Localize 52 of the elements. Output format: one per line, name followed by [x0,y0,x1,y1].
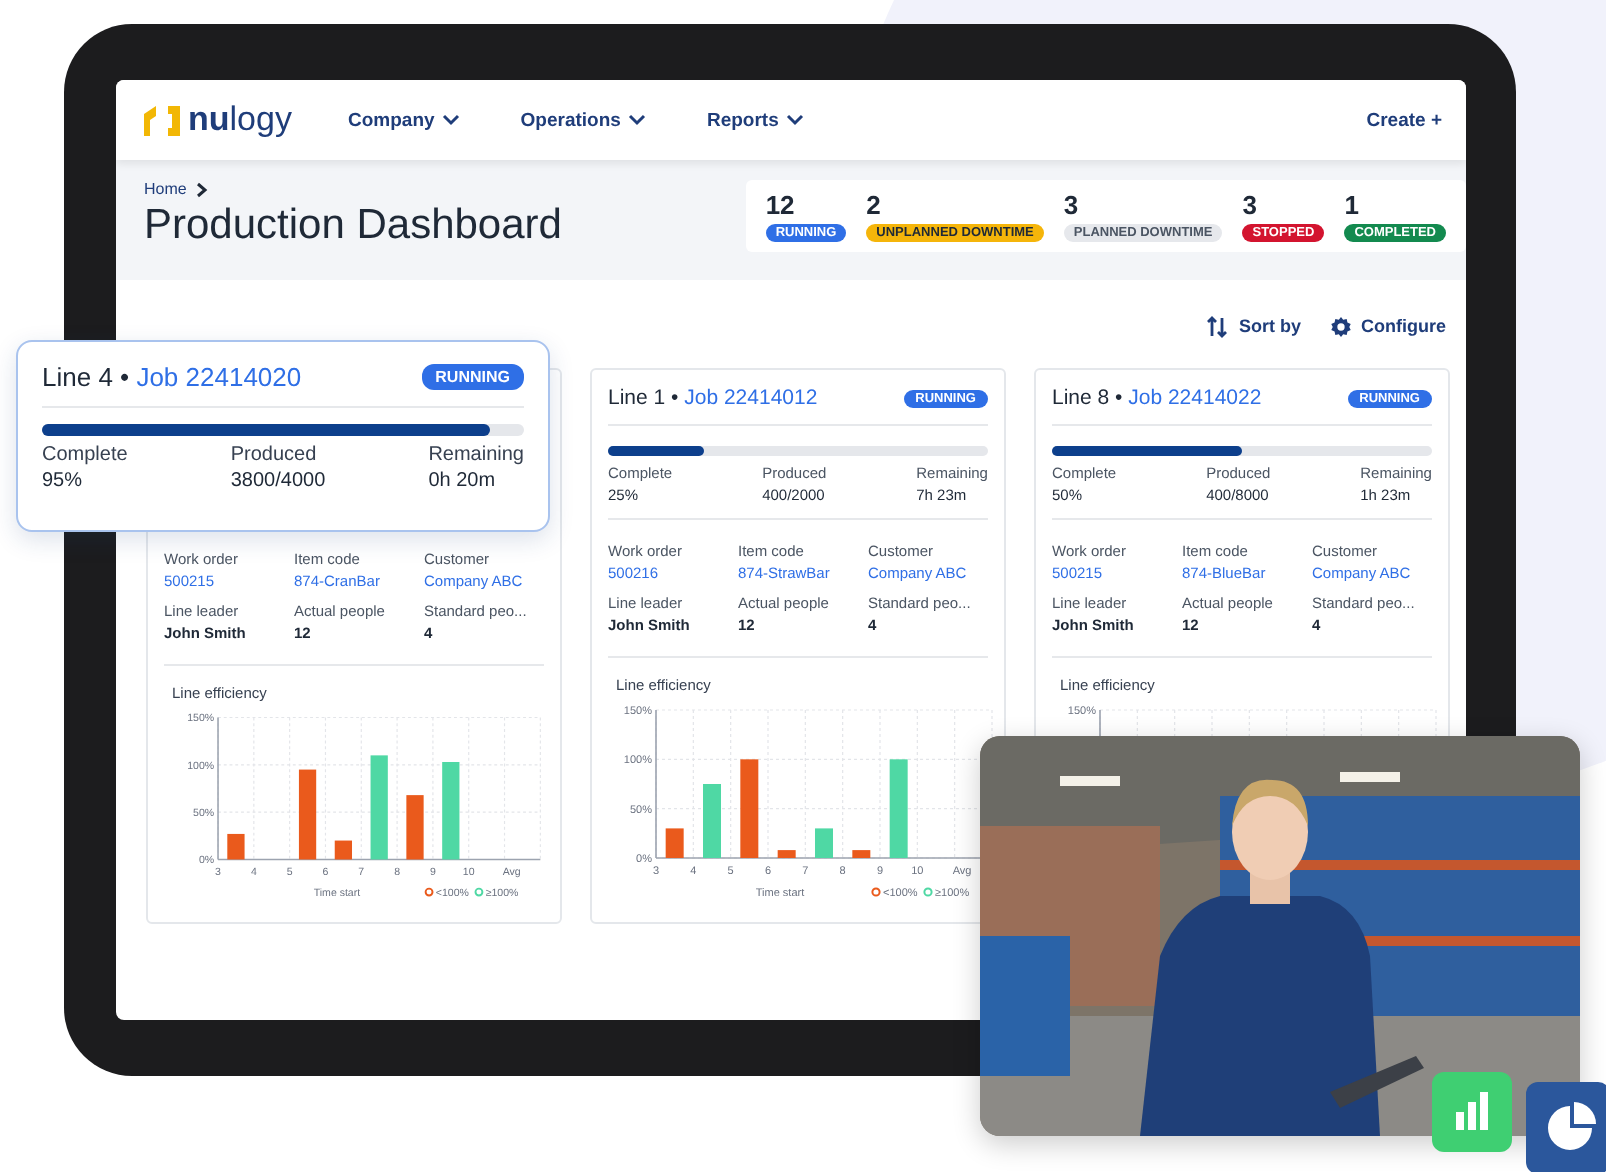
chart-bar [227,834,245,860]
chart-bar [334,841,352,860]
legend-marker-icon [474,888,484,897]
page-title: Production Dashboard [144,202,562,250]
status-count: 2 [866,190,881,220]
chevron-down-icon [628,114,647,126]
chart-bar [815,828,833,858]
bar-chart-icon [1432,1072,1512,1152]
chart-bar [740,759,759,858]
job-link[interactable]: Job 22414022 [1128,386,1262,410]
chevron-down-icon [442,114,461,126]
create-link[interactable]: Create + [1366,109,1442,131]
chart-bar [298,770,317,860]
nav-menu-item[interactable]: Reports [706,109,805,131]
line-job-title: Line 1 • Job 22414012 [608,386,818,410]
chevron-down-icon [786,114,805,126]
nav-menu-item[interactable]: Company [348,109,461,131]
configure-button[interactable]: Configure [1329,304,1446,348]
job-link[interactable]: Job 22414020 [136,362,302,392]
job-link[interactable]: Job 22414012 [684,386,818,410]
logo-text: nulogy [188,100,292,140]
chart-bar [406,795,424,860]
nav-menu-item[interactable]: Operations [520,109,647,131]
legend-marker-icon [424,888,434,897]
chart-bar [370,755,388,860]
stat-label: Complete [42,444,128,466]
line-job-title: Line 4 • Job 22414020 [42,362,302,392]
gear-icon [1329,315,1351,337]
chart-bar [442,762,460,860]
sort-icon [1206,315,1229,337]
chart-bar [665,828,684,858]
status-count: 3 [1063,190,1079,220]
stat-label: Produced [230,444,319,466]
chart-bar [889,759,908,858]
status-count: 3 [1242,190,1257,220]
legend-marker-icon [923,887,933,897]
legend-marker-icon [871,887,881,897]
status-badge: RUNNING [421,364,524,390]
line-job-title: Line 8 • Job 22414022 [1052,386,1262,410]
logo-icon [140,102,184,138]
chart-bar [703,784,721,858]
status-count: 12 [765,190,795,220]
stat-value: 3800/4000 [230,470,326,492]
stat-label: Remaining [428,444,524,466]
chart-bar [852,850,871,858]
chevron-right-icon [196,181,209,197]
stat-value: 95% [42,470,85,492]
breadcrumb-link[interactable]: Home [144,180,187,198]
status-count: 1 [1344,190,1359,220]
stat-value: 0h 20m [428,470,496,492]
chart-bar [777,850,796,858]
sort-button[interactable]: Sort by [1206,304,1301,348]
